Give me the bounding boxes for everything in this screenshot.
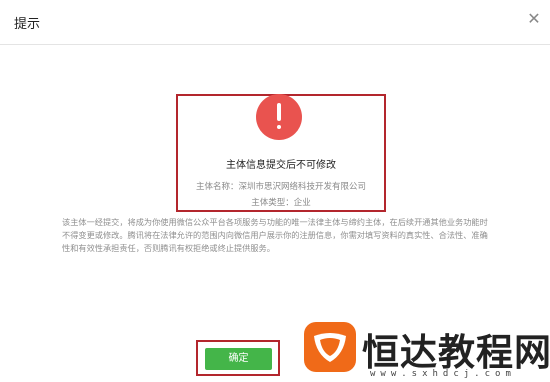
- confirm-button[interactable]: 确定: [205, 348, 272, 370]
- site-watermark: 恒达教程网 www.sxhdcj.com: [300, 320, 550, 382]
- dialog-header: 提示 ✕: [0, 0, 550, 45]
- submit-confirm-dialog: 提示 ✕ 主体信息提交后不可修改 主体名称：深圳市思沢网络科技开发有限公司 主体…: [0, 0, 550, 382]
- entity-name-text: 主体名称：深圳市思沢网络科技开发有限公司: [195, 181, 366, 191]
- legal-notice-text: 该主体一经提交，将成为你使用微信公众平台各项服务与功能的唯一法律主体与缔约主体，…: [62, 218, 488, 253]
- exclamation-dot: [277, 125, 281, 129]
- warning-exclamation-icon: [256, 94, 302, 140]
- watermark-url: www.sxhdcj.com: [370, 369, 516, 379]
- watermark-logo-icon: [304, 322, 356, 372]
- entity-type-text: 主体类型：企业: [251, 197, 311, 207]
- dialog-title: 提示: [14, 16, 41, 31]
- watermark-text: 恒达教程网: [362, 331, 550, 374]
- close-icon[interactable]: ✕: [524, 10, 544, 30]
- notice-headline: 主体信息提交后不可修改: [226, 160, 336, 171]
- exclamation-bar: [277, 103, 281, 121]
